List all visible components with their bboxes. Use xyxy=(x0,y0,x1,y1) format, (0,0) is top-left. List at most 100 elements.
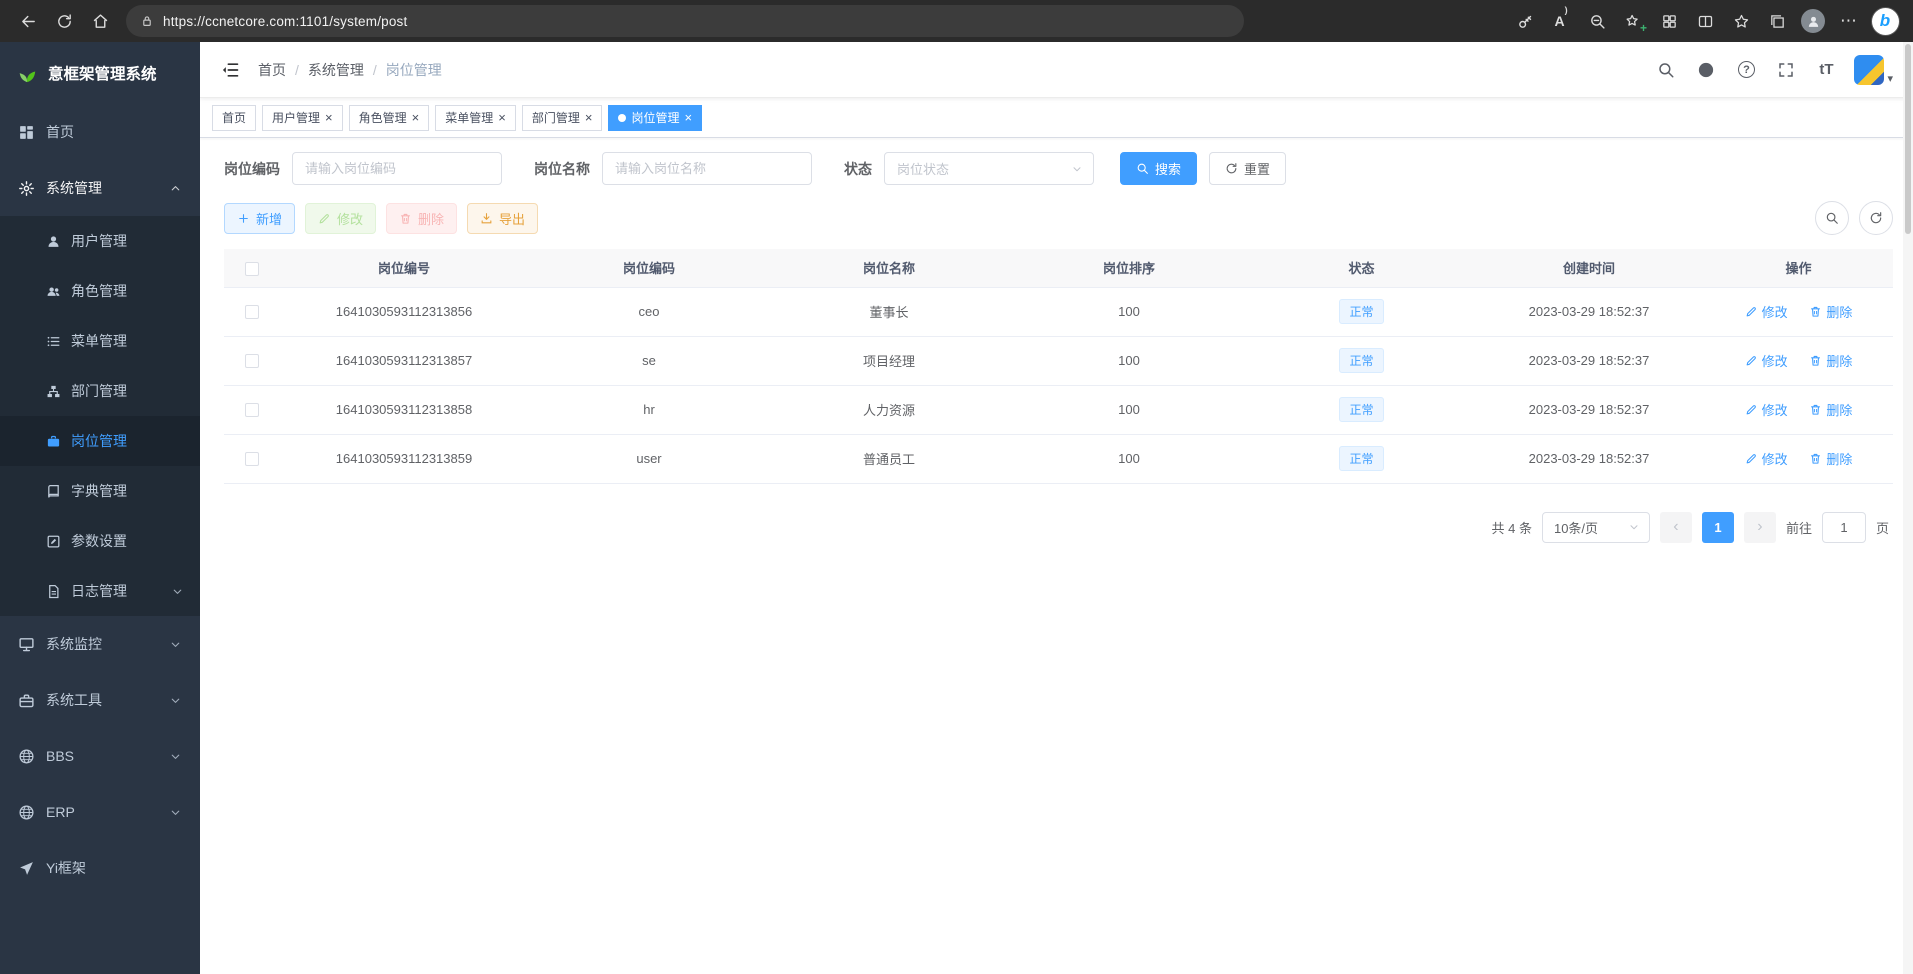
search-form: 岗位编码 岗位名称 状态 岗位状态 搜索 重置 xyxy=(224,152,1893,185)
delete-button[interactable]: 删除 xyxy=(386,203,457,234)
post-code-input[interactable] xyxy=(292,152,502,185)
tab-home[interactable]: 首页 xyxy=(212,105,256,131)
toggle-search-button[interactable] xyxy=(1815,201,1849,235)
site-permissions-icon[interactable] xyxy=(140,14,154,28)
breadcrumb-home[interactable]: 首页 xyxy=(258,60,286,80)
sidebar-subitem-dict-management[interactable]: 字典管理 xyxy=(0,466,200,516)
header-search-icon[interactable] xyxy=(1654,58,1678,82)
address-bar[interactable]: https://ccnetcore.com:1101/system/post xyxy=(126,5,1244,37)
password-key-icon[interactable] xyxy=(1507,4,1543,38)
tab-menu-management[interactable]: 菜单管理 × xyxy=(435,105,516,131)
sidebar-item-bbs[interactable]: BBS xyxy=(0,728,200,784)
sidebar-subitem-role-management[interactable]: 角色管理 xyxy=(0,266,200,316)
search-icon xyxy=(1825,211,1839,225)
row-delete-link[interactable]: 删除 xyxy=(1809,302,1852,321)
col-actions: 操作 xyxy=(1704,249,1893,287)
sidebar-item-home[interactable]: 首页 xyxy=(0,104,200,160)
status-badge: 正常 xyxy=(1339,397,1383,422)
row-checkbox[interactable] xyxy=(245,403,259,417)
bing-copilot-icon[interactable]: b xyxy=(1867,4,1903,38)
browser-more-menu-icon[interactable]: ⋯ xyxy=(1831,4,1867,38)
read-aloud-icon[interactable]: A) xyxy=(1543,4,1579,38)
app-logo[interactable]: 意框架管理系统 xyxy=(0,42,200,104)
row-edit-link[interactable]: 修改 xyxy=(1745,400,1788,419)
app-title: 意框架管理系统 xyxy=(48,62,157,84)
sidebar-subitem-dept-management[interactable]: 部门管理 xyxy=(0,366,200,416)
tab-dept-management[interactable]: 部门管理 × xyxy=(522,105,603,131)
profile-avatar[interactable] xyxy=(1795,4,1831,38)
edit-button[interactable]: 修改 xyxy=(305,203,376,234)
briefcase-icon xyxy=(46,434,61,449)
tab-user-management[interactable]: 用户管理 × xyxy=(262,105,343,131)
sidebar-item-yi-framework[interactable]: Yi框架 xyxy=(0,840,200,896)
collections-icon[interactable] xyxy=(1759,4,1795,38)
sidebar-subitem-log-management[interactable]: 日志管理 xyxy=(0,566,200,616)
sidebar-item-system-management[interactable]: 系统管理 xyxy=(0,160,200,216)
org-tree-icon xyxy=(46,384,61,399)
browser-back-button[interactable] xyxy=(10,4,46,38)
browser-refresh-button[interactable] xyxy=(46,4,82,38)
sidebar-subitem-user-management[interactable]: 用户管理 xyxy=(0,216,200,266)
status-select[interactable]: 岗位状态 xyxy=(884,152,1094,185)
post-name-cell: 董事长 xyxy=(769,287,1009,336)
favorites-add-icon[interactable]: + xyxy=(1615,4,1651,38)
sidebar-subitem-post-management[interactable]: 岗位管理 xyxy=(0,416,200,466)
help-icon[interactable]: ? xyxy=(1734,58,1758,82)
export-button[interactable]: 导出 xyxy=(467,203,538,234)
current-page-button[interactable]: 1 xyxy=(1702,512,1734,543)
caret-down-icon: ▾ xyxy=(1887,72,1893,85)
prev-page-button[interactable]: ‹ xyxy=(1660,512,1692,543)
user-avatar-dropdown[interactable]: ▾ xyxy=(1854,55,1893,85)
plus-icon xyxy=(237,212,250,225)
table-row: 1641030593112313857 se 项目经理 100 正常 2023-… xyxy=(224,336,1893,385)
page-size-select[interactable]: 10条/页 xyxy=(1542,512,1650,543)
refresh-table-button[interactable] xyxy=(1859,201,1893,235)
close-icon[interactable]: × xyxy=(412,111,420,124)
close-icon[interactable]: × xyxy=(498,111,506,124)
favorites-bar-icon[interactable] xyxy=(1723,4,1759,38)
row-delete-link[interactable]: 删除 xyxy=(1809,449,1852,468)
breadcrumb-system-management[interactable]: 系统管理 xyxy=(308,60,364,80)
github-icon[interactable] xyxy=(1694,58,1718,82)
sidebar-item-erp[interactable]: ERP xyxy=(0,784,200,840)
close-icon[interactable]: × xyxy=(684,111,692,124)
col-post-code: 岗位编码 xyxy=(529,249,769,287)
close-icon[interactable]: × xyxy=(585,111,593,124)
post-id-cell: 1641030593112313859 xyxy=(279,434,529,483)
edit-icon xyxy=(318,212,331,225)
extensions-icon[interactable] xyxy=(1651,4,1687,38)
row-edit-link[interactable]: 修改 xyxy=(1745,302,1788,321)
search-button[interactable]: 搜索 xyxy=(1120,152,1197,185)
edit-icon xyxy=(1745,452,1758,465)
sidebar-item-system-monitor[interactable]: 系统监控 xyxy=(0,616,200,672)
select-all-checkbox[interactable] xyxy=(245,262,259,276)
tab-post-management[interactable]: 岗位管理 × xyxy=(608,105,702,131)
scrollbar-thumb[interactable] xyxy=(1905,44,1911,234)
sidebar: 意框架管理系统 首页 系统管理 用户管理 角色管理 xyxy=(0,42,200,974)
add-button[interactable]: 新增 xyxy=(224,203,295,234)
row-edit-link[interactable]: 修改 xyxy=(1745,351,1788,370)
row-delete-link[interactable]: 删除 xyxy=(1809,351,1852,370)
tab-role-management[interactable]: 角色管理 × xyxy=(349,105,430,131)
row-delete-link[interactable]: 删除 xyxy=(1809,400,1852,419)
post-sort-cell: 100 xyxy=(1009,434,1249,483)
sidebar-subitem-param-settings[interactable]: 参数设置 xyxy=(0,516,200,566)
post-code-label: 岗位编码 xyxy=(224,159,280,179)
zoom-out-icon[interactable] xyxy=(1579,4,1615,38)
fullscreen-icon[interactable] xyxy=(1774,58,1798,82)
row-checkbox[interactable] xyxy=(245,452,259,466)
post-name-input[interactable] xyxy=(602,152,812,185)
goto-page-input[interactable] xyxy=(1822,512,1866,543)
split-screen-icon[interactable] xyxy=(1687,4,1723,38)
row-checkbox[interactable] xyxy=(245,354,259,368)
sidebar-item-system-tools[interactable]: 系统工具 xyxy=(0,672,200,728)
row-edit-link[interactable]: 修改 xyxy=(1745,449,1788,468)
sidebar-fold-icon[interactable] xyxy=(220,60,240,80)
font-size-icon[interactable]: tT xyxy=(1814,58,1838,82)
browser-home-button[interactable] xyxy=(82,4,118,38)
next-page-button[interactable]: › xyxy=(1744,512,1776,543)
reset-button[interactable]: 重置 xyxy=(1209,152,1286,185)
close-icon[interactable]: × xyxy=(325,111,333,124)
sidebar-subitem-menu-management[interactable]: 菜单管理 xyxy=(0,316,200,366)
row-checkbox[interactable] xyxy=(245,305,259,319)
